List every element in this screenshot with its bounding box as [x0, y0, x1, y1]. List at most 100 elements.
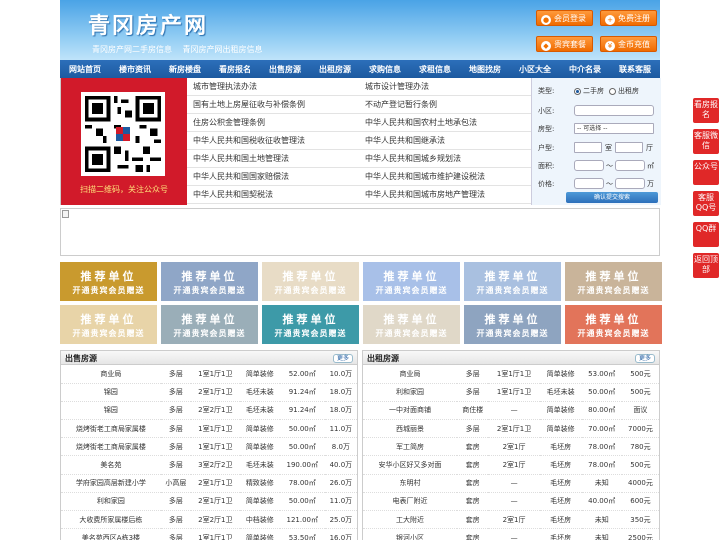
listing-cell[interactable]: 美名苑西区A栋3楼 [61, 528, 161, 540]
policy-link[interactable]: 中华人民共和国税收征收管理法 [187, 132, 359, 149]
sidebar-button[interactable]: 客服QQ号 [693, 191, 719, 216]
policy-link[interactable]: 中华人民共和国国家赔偿法 [187, 168, 359, 185]
rent-more-link[interactable]: 更多 [634, 354, 655, 363]
policy-link[interactable]: 中华人民共和国城市维护建设税法 [359, 168, 531, 185]
listing-cell[interactable]: 锦园 [61, 401, 161, 421]
member-login-button[interactable]: ● 会员登录 [536, 10, 593, 26]
listing-cell[interactable]: 锦园 [61, 383, 161, 402]
listing-cell[interactable]: 安华小区好又多对面 [363, 455, 458, 475]
listing-row[interactable]: 锦园 多层 2室2厅1卫 毛坯未装 91.24㎡ 18.0万 [61, 401, 357, 421]
nav-for-sale[interactable]: 出售房源 [269, 64, 301, 75]
listing-cell[interactable]: 东明村 [363, 474, 458, 493]
policy-link[interactable]: 中华人民共和国继承法 [359, 132, 531, 149]
nav-agencies[interactable]: 中介名录 [569, 64, 601, 75]
recommended-unit-slot[interactable]: 推荐单位 开通贵宾会员赠送 [363, 305, 460, 344]
area-min-input[interactable] [574, 160, 604, 171]
recommended-unit-slot[interactable]: 推荐单位 开通贵宾会员赠送 [60, 305, 157, 344]
nav-home[interactable]: 网站首页 [69, 64, 101, 75]
listing-cell[interactable]: 利和家园 [61, 492, 161, 512]
recommended-unit-slot[interactable]: 推荐单位 开通贵宾会员赠送 [161, 305, 258, 344]
recommended-unit-slot[interactable]: 推荐单位 开通贵宾会员赠送 [262, 262, 359, 301]
sidebar-button[interactable]: 公众号 [693, 160, 719, 185]
listing-cell[interactable]: 商业局 [363, 365, 458, 384]
free-register-button[interactable]: + 免费注册 [600, 10, 657, 26]
room-type-select[interactable]: -- 可选择 -- [574, 123, 654, 134]
listing-cell[interactable]: 烧烤街老工商局家属楼 [61, 437, 161, 457]
listing-row[interactable]: 学府家园高层新建小学 小高层 2室1厅1卫 精致装修 78.00㎡ 26.0万 [61, 474, 357, 493]
listing-row[interactable]: 利和家园 多层 2室1厅1卫 简单装修 50.00㎡ 11.0万 [61, 492, 357, 512]
policy-link[interactable]: 中华人民共和国契税法 [187, 186, 359, 203]
sidebar-button[interactable]: 看房报名 [693, 98, 719, 123]
listing-row[interactable]: 银河小区 套房 — 毛坯房 未知 2500元 [363, 528, 659, 540]
recommended-unit-slot[interactable]: 推荐单位 开通贵宾会员赠送 [262, 305, 359, 344]
policy-link[interactable]: 中华人民共和国土地管理法 [187, 150, 359, 167]
rental-radio[interactable] [609, 87, 616, 95]
listing-row[interactable]: 烧烤街老工商局家属楼 多层 1室1厅1卫 简单装修 50.00㎡ 11.0万 [61, 419, 357, 439]
nav-news[interactable]: 楼市资讯 [119, 64, 151, 75]
banner-ad[interactable] [60, 208, 660, 256]
listing-cell[interactable]: 烧烤街老工商局家属楼 [61, 419, 161, 439]
listing-cell[interactable]: 电表厂附近 [363, 492, 458, 512]
price-min-input[interactable] [574, 178, 604, 189]
sidebar-button[interactable]: 客服微信 [693, 129, 719, 154]
policy-link[interactable]: 中华人民共和国城乡规划法 [359, 150, 531, 167]
listing-cell[interactable]: 西城丽景 [363, 419, 458, 439]
site-title[interactable]: 青冈房产网 [88, 8, 208, 40]
listing-cell[interactable]: 美名苑 [61, 455, 161, 475]
policy-link[interactable]: 中华人民共和国农村土地承包法 [359, 114, 531, 131]
nav-wanted-buy[interactable]: 求购信息 [369, 64, 401, 75]
listing-row[interactable]: 安华小区好又多对面 套房 2室1厅 毛坯房 78.00㎡ 500元 [363, 455, 659, 475]
policy-link[interactable]: 国有土地上房屋征收与补偿条例 [187, 96, 359, 113]
livingroom-select[interactable] [615, 142, 643, 153]
bedroom-select[interactable] [574, 142, 602, 153]
listing-cell[interactable]: 银河小区 [363, 528, 458, 540]
nav-wanted-rent[interactable]: 求租信息 [419, 64, 451, 75]
listing-row[interactable]: 西城丽景 多层 2室1厅1卫 简单装修 70.00㎡ 7000元 [363, 419, 659, 439]
listing-row[interactable]: 烧烤街老工商局家属楼 多层 1室1厅1卫 简单装修 50.00㎡ 8.0万 [61, 437, 357, 457]
policy-link[interactable]: 住房公积金管理条例 [187, 114, 359, 131]
recommended-unit-slot[interactable]: 推荐单位 开通贵宾会员赠送 [464, 305, 561, 344]
search-submit-button[interactable]: 确认提交搜索 [566, 192, 658, 203]
listing-cell[interactable]: 商业局 [61, 365, 161, 384]
nav-viewing-signup[interactable]: 看房报名 [219, 64, 251, 75]
sidebar-button[interactable]: 返回顶部 [693, 253, 719, 278]
recommended-unit-slot[interactable]: 推荐单位 开通贵宾会员赠送 [161, 262, 258, 301]
listing-cell[interactable]: 工大附近 [363, 510, 458, 530]
recommended-unit-slot[interactable]: 推荐单位 开通贵宾会员赠送 [60, 262, 157, 301]
recommended-unit-slot[interactable]: 推荐单位 开通贵宾会员赠送 [565, 262, 662, 301]
sidebar-button[interactable]: QQ群 [693, 222, 719, 247]
listing-row[interactable]: 东明村 套房 — 毛坯房 未知 4000元 [363, 474, 659, 493]
area-max-input[interactable] [615, 160, 645, 171]
listing-row[interactable]: 美名苑 多层 3室2厅2卫 毛坯未装 190.00㎡ 40.0万 [61, 455, 357, 475]
recommended-unit-slot[interactable]: 推荐单位 开通贵宾会员赠送 [565, 305, 662, 344]
nav-for-rent[interactable]: 出租房源 [319, 64, 351, 75]
nav-communities[interactable]: 小区大全 [519, 64, 551, 75]
resale-radio[interactable] [574, 87, 581, 95]
sale-more-link[interactable]: 更多 [332, 354, 353, 363]
listing-row[interactable]: 电表厂附近 套房 — 毛坯房 40.00㎡ 600元 [363, 492, 659, 512]
listing-cell[interactable]: 军工简房 [363, 437, 458, 457]
listing-cell[interactable]: 利和家园 [363, 383, 458, 402]
policy-link[interactable]: 中华人民共和国城市房地产管理法 [359, 186, 531, 203]
listing-row[interactable]: 军工简房 套房 2室1厅 毛坯房 78.00㎡ 780元 [363, 437, 659, 457]
nav-new-homes[interactable]: 新房楼盘 [169, 64, 201, 75]
recommended-unit-slot[interactable]: 推荐单位 开通贵宾会员赠送 [363, 262, 460, 301]
policy-link[interactable]: 城市设计管理办法 [359, 78, 531, 95]
listing-cell[interactable]: 大收费所家属楼后栋 [61, 510, 161, 530]
recommended-unit-slot[interactable]: 推荐单位 开通贵宾会员赠送 [464, 262, 561, 301]
listing-row[interactable]: 商业局 多层 1室1厅1卫 简单装修 53.00㎡ 500元 [363, 365, 659, 384]
price-max-input[interactable] [615, 178, 645, 189]
listing-row[interactable]: 利和家园 多层 1室1厅1卫 毛坯未装 50.00㎡ 500元 [363, 383, 659, 402]
listing-row[interactable]: 锦园 多层 2室1厅1卫 毛坯未装 91.24㎡ 18.0万 [61, 383, 357, 402]
listing-cell[interactable]: 学府家园高层新建小学 [61, 474, 161, 493]
coin-recharge-button[interactable]: ¥ 金币充值 [600, 36, 657, 52]
nav-contact[interactable]: 联系客服 [619, 64, 651, 75]
listing-row[interactable]: 工大附近 套房 2室1厅 毛坯房 未知 350元 [363, 510, 659, 530]
listing-row[interactable]: 一中对面商铺 商住楼 — 简单装修 80.00㎡ 面议 [363, 401, 659, 421]
listing-row[interactable]: 大收费所家属楼后栋 多层 2室2厅1卫 中档装修 121.00㎡ 25.0万 [61, 510, 357, 530]
policy-link[interactable]: 城市管理执法办法 [187, 78, 359, 95]
community-input[interactable] [574, 105, 654, 116]
nav-map-search[interactable]: 地图找房 [469, 64, 501, 75]
listing-row[interactable]: 商业局 多层 1室1厅1卫 简单装修 52.00㎡ 10.0万 [61, 365, 357, 384]
policy-link[interactable]: 不动产登记暂行条例 [359, 96, 531, 113]
